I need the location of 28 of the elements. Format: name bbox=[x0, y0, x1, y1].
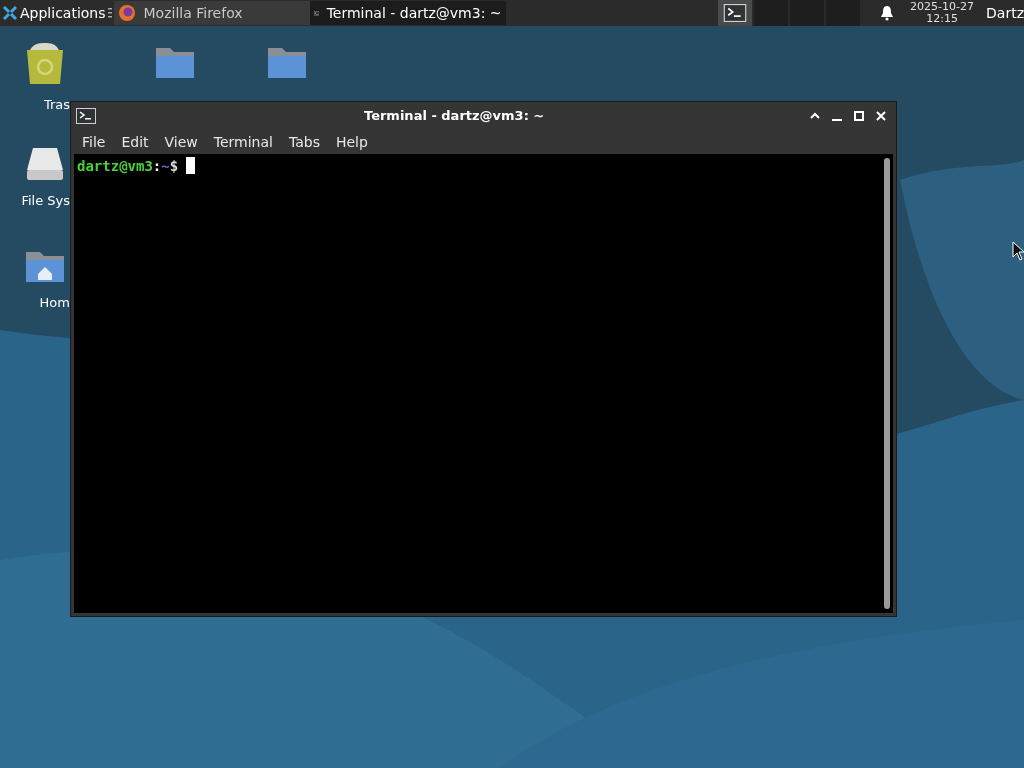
applications-menu[interactable]: Applications bbox=[0, 0, 108, 26]
notification-bell-icon[interactable] bbox=[880, 5, 895, 21]
terminal-icon bbox=[722, 4, 749, 22]
clock[interactable]: 2025-10-27 12:15 bbox=[910, 1, 975, 25]
text-cursor bbox=[186, 157, 196, 174]
user-name[interactable]: Dartz bbox=[986, 2, 1024, 24]
desktop-icon-label[interactable]: File Sys bbox=[21, 194, 70, 207]
desktop-icon-label[interactable]: Tras bbox=[43, 98, 70, 111]
taskbar-window-button[interactable]: Terminal - dartz@vm3: ~ bbox=[309, 1, 506, 25]
workspace-button[interactable] bbox=[718, 0, 753, 26]
menu-item[interactable]: View bbox=[157, 131, 205, 153]
firefox-icon bbox=[117, 4, 136, 22]
mouse-pointer-icon bbox=[1012, 241, 1024, 261]
desktop-icon-label[interactable]: Hom bbox=[39, 296, 70, 309]
menu-item[interactable]: File bbox=[75, 131, 113, 153]
taskbar-window-button[interactable]: Mozilla Firefox bbox=[113, 1, 310, 25]
close-icon[interactable] bbox=[875, 110, 887, 122]
terminal-icon bbox=[76, 108, 96, 124]
window-title: Terminal - dartz@vm3: ~ bbox=[364, 107, 545, 126]
menu-item[interactable]: Terminal bbox=[206, 131, 280, 153]
separator-handle-icon bbox=[107, 8, 112, 18]
app-logo-icon bbox=[2, 5, 18, 21]
menu-item[interactable]: Edit bbox=[114, 131, 156, 153]
drive-icon[interactable] bbox=[25, 146, 65, 182]
prompt: dartz@vm3:~$ bbox=[77, 157, 179, 176]
maximize-icon[interactable] bbox=[853, 110, 865, 122]
menu-item[interactable]: Help bbox=[328, 131, 375, 153]
menu-item[interactable]: Tabs bbox=[281, 131, 327, 153]
